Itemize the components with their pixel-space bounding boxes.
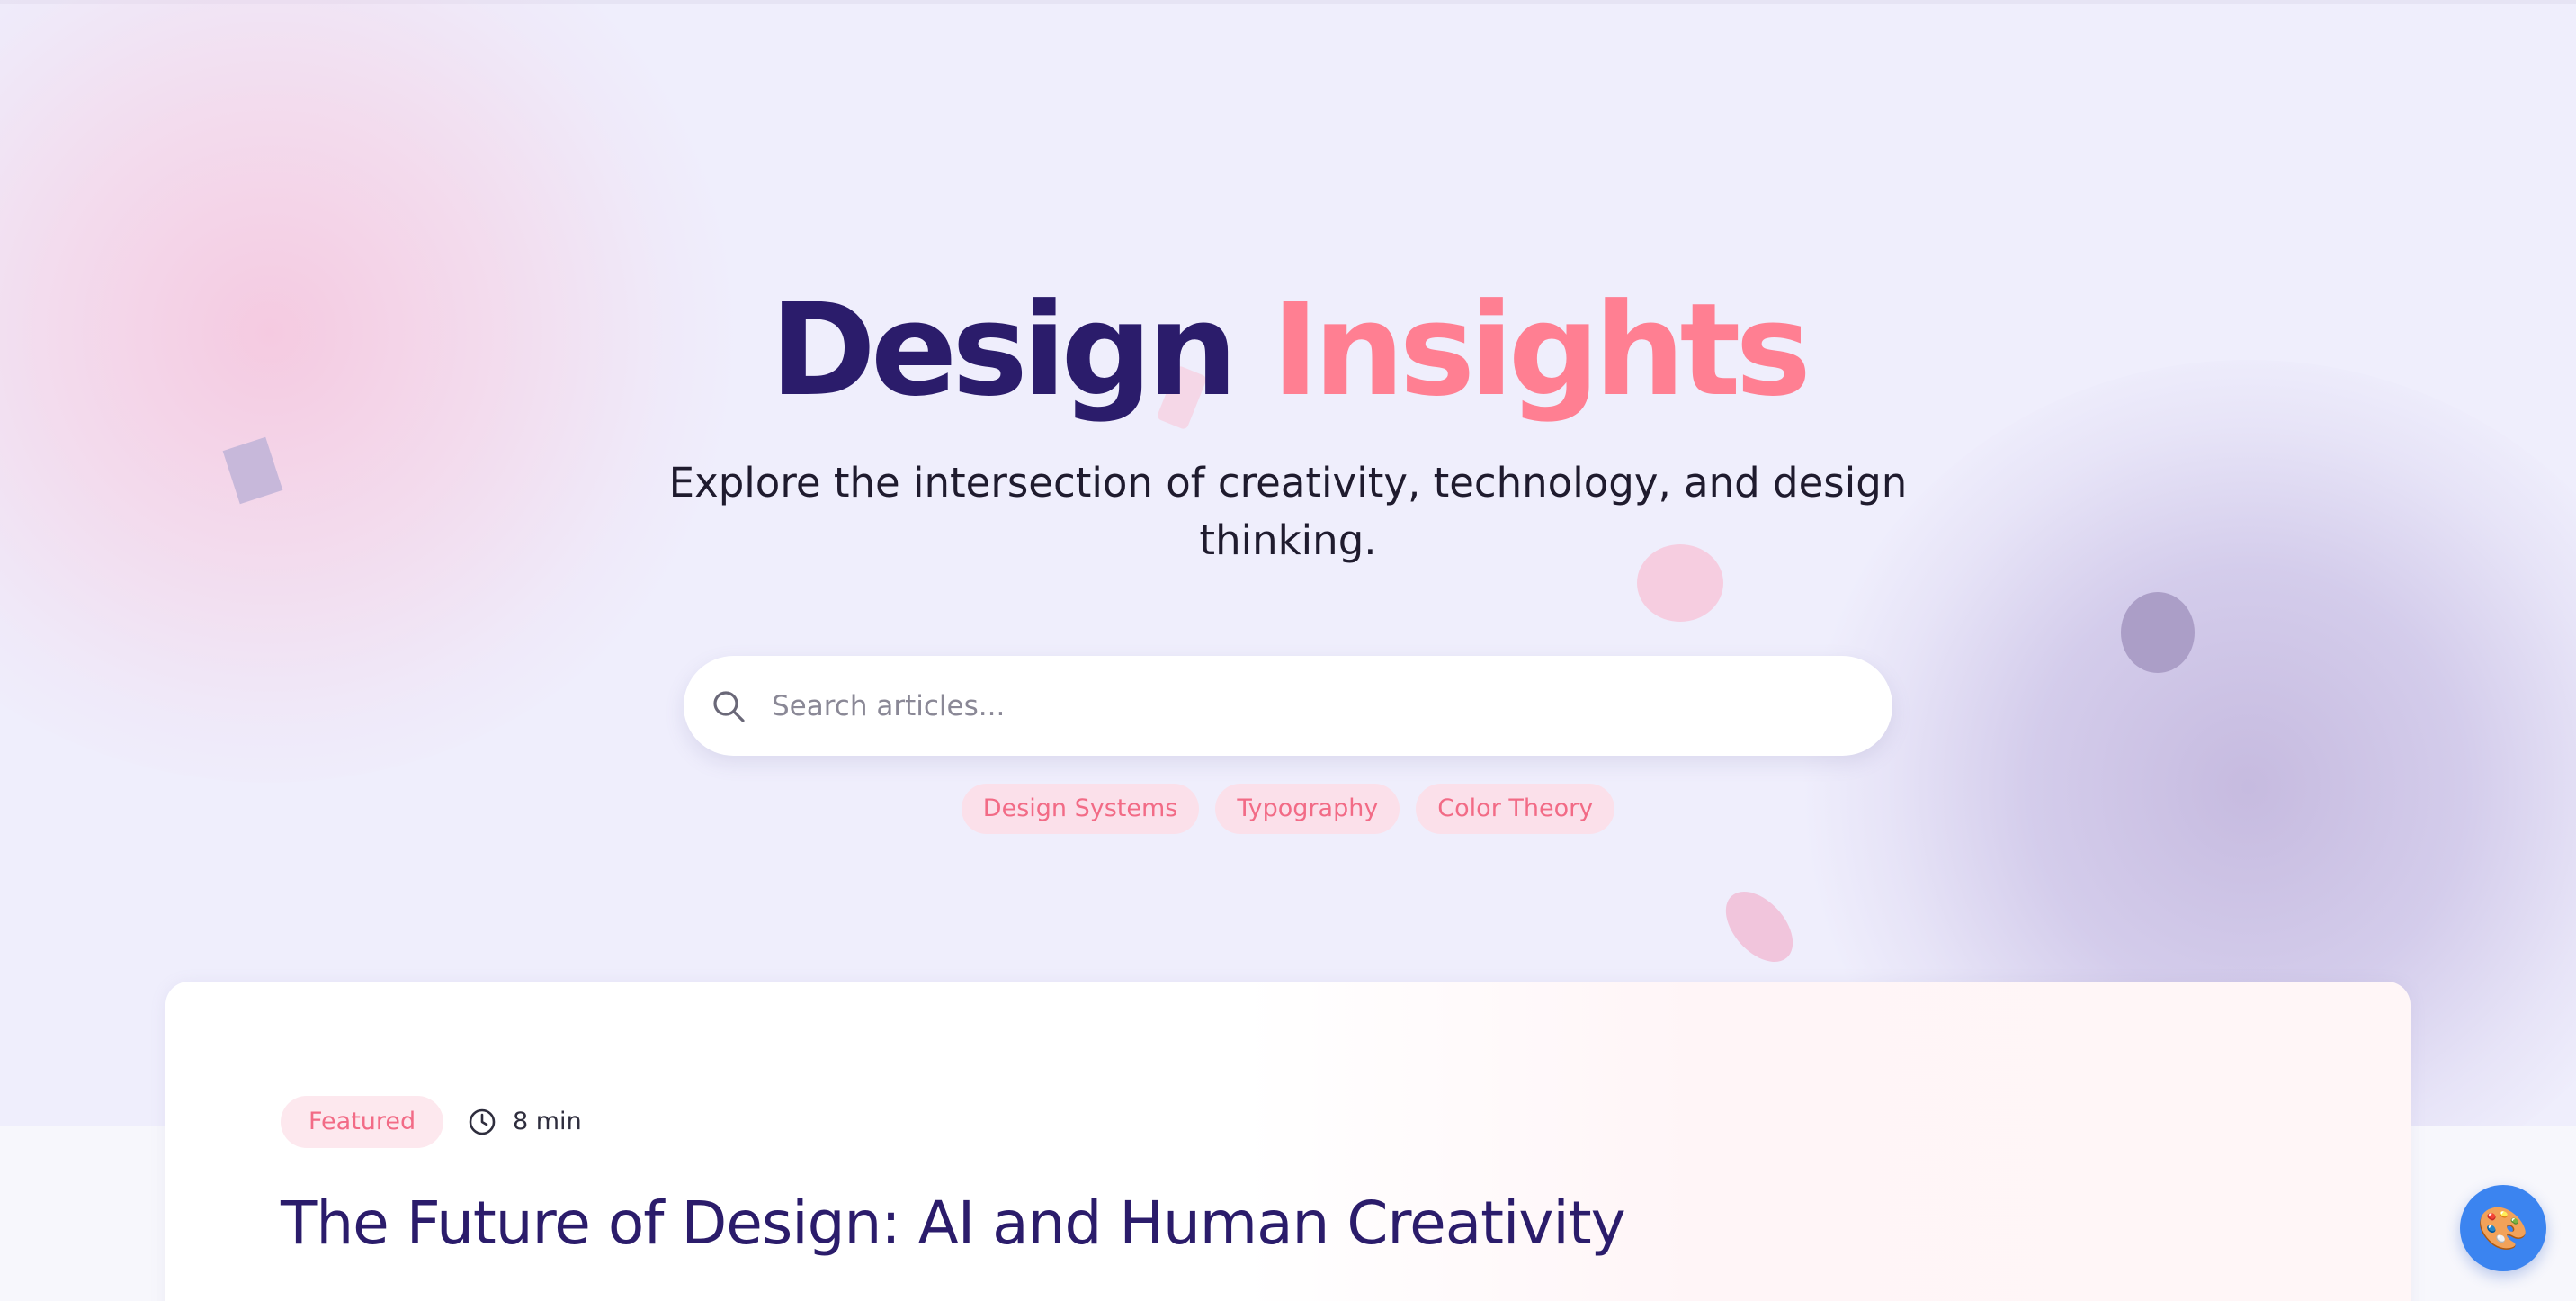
title-part-insights: Insights [1271,276,1811,425]
palette-icon: 🎨 [2477,1204,2529,1252]
hero-section: Design Insights Explore the intersection… [0,0,2576,1126]
page-title: Design Insights [0,270,2576,432]
theme-palette-button[interactable]: 🎨 [2460,1185,2546,1271]
featured-badge: Featured [281,1096,444,1148]
decorative-purple-oval [2121,592,2195,673]
page-subtitle: Explore the intersection of creativity, … [668,459,1908,564]
search-icon [713,691,745,722]
featured-article-card[interactable]: Featured 8 min The Future of Design: AI … [165,982,2411,1301]
tag-list: Design Systems Typography Color Theory [0,784,2576,834]
page: Design Insights Explore the intersection… [0,0,2576,1301]
article-title[interactable]: The Future of Design: AI and Human Creat… [281,1185,1626,1262]
clock-icon [469,1108,496,1135]
tag-design-systems[interactable]: Design Systems [961,784,1200,834]
tag-typography[interactable]: Typography [1215,784,1400,834]
title-part-design: Design [770,276,1238,425]
tag-color-theory[interactable]: Color Theory [1416,784,1615,834]
search-input[interactable] [770,674,1853,739]
decorative-pink-oval [1713,879,1806,974]
search-bar [684,656,1892,756]
read-time: 8 min [513,1108,582,1135]
